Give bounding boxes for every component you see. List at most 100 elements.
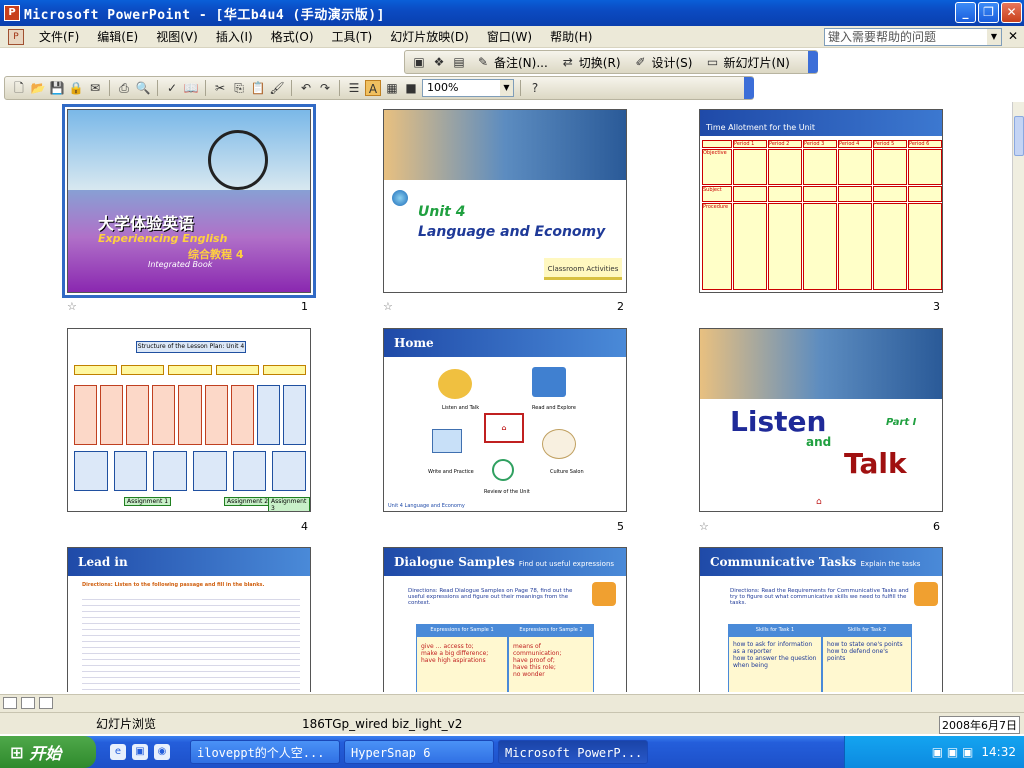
slide-9-col1-list: how to ask for information as a reporter…	[728, 636, 822, 692]
menu-insert[interactable]: 插入(I)	[207, 28, 262, 45]
task-powerpoint[interactable]: Microsoft PowerP...	[498, 740, 648, 764]
print-preview-icon[interactable]: 🔍	[135, 80, 151, 96]
animation-icon: ☆	[383, 300, 393, 313]
transition-icon: ⇄	[562, 55, 573, 69]
separator	[520, 80, 521, 96]
media-icon[interactable]: ◉	[154, 744, 170, 760]
slide-thumbnail-4[interactable]: Structure of the Lesson Plan: Unit 4 Ass…	[67, 328, 311, 512]
home-icon: ⌂	[816, 497, 822, 507]
scrollbar-thumb[interactable]	[1014, 116, 1024, 156]
open-icon[interactable]: 📂	[30, 80, 46, 96]
hide-slide-icon[interactable]: ▣	[411, 54, 427, 70]
toolbar-options-icon[interactable]	[808, 51, 818, 73]
slide-thumbnail-7[interactable]: Lead in Directions: Listen to the follow…	[67, 547, 311, 692]
new-slide-button[interactable]: ▭ 新幻灯片(N)	[700, 54, 793, 71]
slide-thumbnail-6[interactable]: Listen and Talk Part I ⌂	[699, 328, 943, 512]
copy-icon[interactable]: ⎘	[231, 80, 247, 96]
new-icon[interactable]: 🗋	[11, 80, 27, 96]
spelling-icon[interactable]: ✓	[164, 80, 180, 96]
slideshow-view-icon[interactable]	[39, 697, 53, 709]
redo-icon[interactable]: ↷	[317, 80, 333, 96]
start-button[interactable]: ⊞ 开始	[0, 736, 96, 768]
slide-thumbnail-8[interactable]: Dialogue Samples Find out useful express…	[383, 547, 627, 692]
expand-icon[interactable]: ▤	[451, 54, 467, 70]
separator	[157, 80, 158, 96]
undo-icon[interactable]: ↶	[298, 80, 314, 96]
list-item: have high aspirations	[421, 657, 486, 664]
grid-icon[interactable]: ▦	[384, 80, 400, 96]
standard-toolbar: 🗋 📂 💾 🔒 ✉ ⎙ 🔍 ✓ 📖 ✂ ⎘ 📋 🖌 ↶ ↷ ☰ A ▦ ■ 10…	[4, 76, 754, 100]
menu-format[interactable]: 格式(O)	[262, 28, 323, 45]
show-formatting-icon[interactable]: A	[365, 80, 381, 96]
cut-icon[interactable]: ✂	[212, 80, 228, 96]
slide-number: 1	[301, 300, 308, 313]
slide-number: 2	[617, 300, 624, 313]
taskbar: ⊞ 开始 e ▣ ◉ iloveppt的个人空... HyperSnap 6 Mi…	[0, 736, 1024, 768]
color-grayscale-icon[interactable]: ■	[403, 80, 419, 96]
paste-icon[interactable]: 📋	[250, 80, 266, 96]
help-icon[interactable]: ?	[527, 80, 543, 96]
task-hypersnap[interactable]: HyperSnap 6	[344, 740, 494, 764]
slide-thumbnail-1[interactable]: 大学体验英语 Experiencing English 综合教程 4 Integ…	[62, 104, 316, 298]
home-item-review: Review of the Unit	[484, 489, 530, 495]
expand-all-icon[interactable]: ☰	[346, 80, 362, 96]
menu-file[interactable]: 文件(F)	[30, 28, 88, 45]
slide-8-subtitle: Find out useful expressions	[518, 560, 615, 568]
chevron-down-icon[interactable]: ▼	[987, 29, 1001, 45]
headphones-icon	[438, 369, 472, 399]
slide-6-word-talk: Talk	[844, 447, 907, 480]
minimize-button[interactable]: _	[955, 2, 976, 23]
menu-tools[interactable]: 工具(T)	[323, 28, 382, 45]
slide-2-title: Language and Economy	[418, 224, 606, 240]
document-close-icon[interactable]: ✕	[1008, 29, 1018, 43]
help-search-input[interactable]: 键入需要帮助的问题 ▼	[824, 28, 1002, 46]
powerpoint-icon[interactable]: P	[4, 5, 20, 21]
summary-slide-icon[interactable]: ❖	[431, 54, 447, 70]
format-painter-icon[interactable]: 🖌	[269, 80, 285, 96]
slide-number: 6	[933, 520, 940, 533]
slide-6-word-and: and	[806, 435, 832, 449]
slide-8-col1: Expressions for Sample 1	[416, 624, 508, 636]
vertical-scrollbar[interactable]	[1012, 102, 1024, 692]
email-icon[interactable]: ✉	[87, 80, 103, 96]
slide-8-col2-list: means of communication; have proof of; h…	[508, 636, 594, 692]
save-icon[interactable]: 💾	[49, 80, 65, 96]
slide-6-photo	[700, 329, 942, 399]
design-button[interactable]: ✐ 设计(S)	[629, 54, 697, 71]
books-icon	[532, 367, 566, 397]
desktop-icon[interactable]: ▣	[132, 744, 148, 760]
zoom-select[interactable]: 100% ▼	[422, 79, 514, 97]
ie-icon[interactable]: e	[110, 744, 126, 760]
menu-edit[interactable]: 编辑(E)	[88, 28, 147, 45]
slide-8-directions: Directions: Read Dialogue Samples on Pag…	[408, 588, 573, 606]
menu-view[interactable]: 视图(V)	[147, 28, 207, 45]
close-button[interactable]: ✕	[1001, 2, 1022, 23]
normal-view-icon[interactable]	[3, 697, 17, 709]
menu-slideshow[interactable]: 幻灯片放映(D)	[381, 28, 478, 45]
document-icon[interactable]: P	[8, 28, 24, 45]
menu-window[interactable]: 窗口(W)	[478, 28, 541, 45]
slide-sorter-view-icon[interactable]	[21, 697, 35, 709]
slide-thumbnail-3[interactable]: Time Allotment for the Unit Period 1 Per…	[699, 109, 943, 293]
slide-thumbnail-9[interactable]: Communicative Tasks Explain the tasks Di…	[699, 547, 943, 692]
separator	[205, 80, 206, 96]
toolbar-options-icon[interactable]	[744, 77, 754, 99]
tray-icons[interactable]: ▣ ▣ ▣	[932, 745, 974, 759]
transition-button[interactable]: ⇄ 切换(R)	[556, 54, 625, 71]
menu-help[interactable]: 帮助(H)	[541, 28, 601, 45]
research-icon[interactable]: 📖	[183, 80, 199, 96]
slide-thumbnail-2[interactable]: Unit 4 Language and Economy Classroom Ac…	[383, 109, 627, 293]
print-icon[interactable]: ⎙	[116, 80, 132, 96]
status-bar: 幻灯片浏览 186TGp_wired biz_light_v2 2008年6月7…	[0, 712, 1024, 734]
restore-button[interactable]: ❐	[978, 2, 999, 23]
slide-thumbnail-5[interactable]: Home ⌂ Listen and Talk Read and Explore …	[383, 328, 627, 512]
slide-number: 4	[301, 520, 308, 533]
notes-button[interactable]: ✎ 备注(N)...	[471, 54, 552, 71]
task-browser[interactable]: iloveppt的个人空...	[190, 740, 340, 764]
permission-icon[interactable]: 🔒	[68, 80, 84, 96]
list-item: have this role;	[513, 664, 556, 671]
globe-icon	[392, 190, 408, 206]
slide-6-part: Part I	[886, 417, 917, 428]
chevron-down-icon[interactable]: ▼	[500, 80, 513, 96]
home-item-write: Write and Practice	[428, 469, 474, 475]
